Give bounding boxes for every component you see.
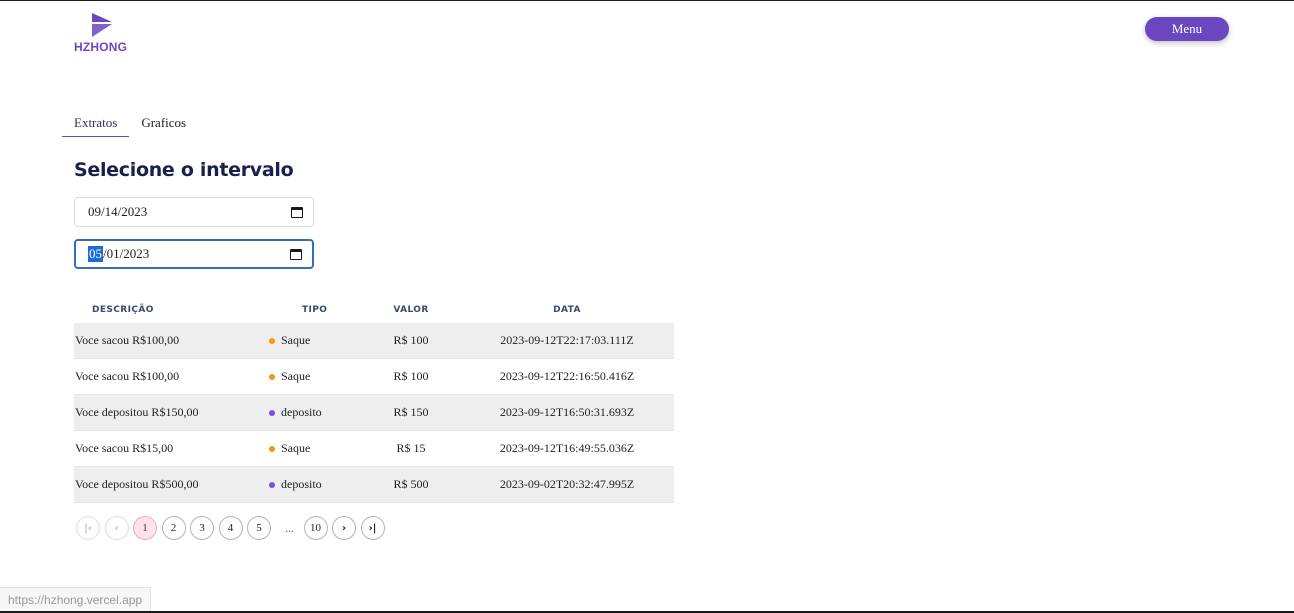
- calendar-icon[interactable]: [290, 248, 302, 260]
- cell-description: Voce depositou R$150,00: [75, 405, 199, 419]
- pagination-ellipsis: ...: [285, 520, 294, 535]
- type-dot-icon: [269, 337, 275, 344]
- cell-date: 2023-09-12T16:49:55.036Z: [499, 441, 635, 455]
- cell-description: Voce sacou R$100,00: [75, 369, 180, 383]
- chevron-left-icon[interactable]: ‹: [104, 516, 129, 540]
- table-row: Voce sacou R$15,00 Saque R$ 15 2023-09-12T1…: [74, 431, 674, 467]
- header-type: TIPO: [302, 305, 328, 315]
- tab-graficos[interactable]: Graficos: [129, 109, 198, 137]
- cell-type: Saque: [254, 441, 362, 456]
- section-title: Selecione o intervalo: [74, 159, 294, 181]
- cell-type: Saque: [254, 333, 362, 348]
- start-date-value: 09/14/2023: [88, 204, 148, 219]
- table-row: Voce sacou R$100,00 Saque R$ 100 2023-09-12…: [74, 323, 674, 359]
- status-bar-url: https://hzhong.vercel.app: [0, 587, 152, 611]
- cell-description: Voce sacou R$100,00: [75, 333, 180, 347]
- end-date-rest: /01/2023: [103, 246, 150, 261]
- cell-type: deposito: [254, 477, 362, 492]
- cell-date: 2023-09-12T22:17:03.111Z: [500, 333, 634, 347]
- brand-name: HZHONG: [74, 40, 128, 54]
- table-row: Voce depositou R$500,00 deposito R$ 500 202…: [74, 467, 674, 503]
- last-page-icon[interactable]: ›|: [360, 516, 385, 540]
- cell-type-label: Saque: [281, 441, 311, 455]
- cell-date: 2023-09-02T20:32:47.995Z: [499, 477, 635, 491]
- header-date: DATA: [553, 305, 581, 315]
- header-description: DESCRIÇÃO: [92, 305, 154, 315]
- cell-value: R$ 500: [393, 477, 429, 491]
- table-body: Voce sacou R$100,00 Saque R$ 100 2023-09-12…: [74, 323, 674, 503]
- type-dot-icon: [269, 373, 275, 380]
- start-date-input[interactable]: 09/14/2023: [74, 197, 314, 227]
- page-button-2[interactable]: 2: [161, 516, 186, 540]
- end-date-input[interactable]: 05 /01/2023: [74, 239, 314, 269]
- cell-type: Saque: [254, 369, 362, 384]
- table-header: DESCRIÇÃO TIPO VALOR DATA: [74, 297, 674, 323]
- page-button-3[interactable]: 3: [190, 516, 214, 540]
- cell-value: R$ 15: [396, 441, 426, 455]
- type-dot-icon: [269, 481, 275, 488]
- type-dot-icon: [269, 409, 275, 416]
- cell-date: 2023-09-12T16:50:31.693Z: [499, 405, 635, 419]
- table-row: Voce depositou R$150,00 deposito R$ 150 202…: [74, 395, 674, 431]
- cell-description: Voce depositou R$500,00: [75, 477, 199, 491]
- cell-type-label: deposito: [281, 405, 322, 419]
- page-button-4[interactable]: 4: [218, 516, 243, 540]
- end-date-value: 05 /01/2023: [88, 246, 290, 262]
- cell-value: R$ 100: [393, 333, 429, 347]
- type-dot-icon: [269, 445, 275, 452]
- header-value: VALOR: [393, 305, 429, 315]
- page-button-last[interactable]: 10: [303, 516, 328, 540]
- transactions-table: DESCRIÇÃO TIPO VALOR DATA Voce sacou R$1…: [74, 297, 674, 503]
- first-page-icon[interactable]: |‹: [76, 516, 100, 540]
- cell-date: 2023-09-12T22:16:50.416Z: [499, 369, 635, 383]
- tab-bar: Extratos Graficos: [62, 109, 198, 137]
- cell-value: R$ 100: [393, 369, 429, 383]
- page-button-5[interactable]: 5: [247, 516, 271, 540]
- cell-type-label: Saque: [281, 333, 311, 347]
- cell-type-label: deposito: [281, 477, 322, 491]
- cell-value: R$ 150: [393, 405, 429, 419]
- end-date-month-selected[interactable]: 05: [88, 246, 103, 262]
- logo-mark-icon: [92, 13, 112, 37]
- cell-type: deposito: [254, 405, 362, 420]
- table-row: Voce sacou R$100,00 Saque R$ 100 2023-09-12…: [74, 359, 674, 395]
- calendar-icon[interactable]: [291, 206, 303, 218]
- tab-extratos[interactable]: Extratos: [62, 109, 130, 137]
- chevron-right-icon[interactable]: ›: [332, 516, 356, 540]
- pagination: |‹ ‹ 1 2 3 4 5 ... 10 › ›|: [76, 516, 389, 540]
- brand-logo[interactable]: HZHONG: [74, 13, 136, 55]
- cell-type-label: Saque: [281, 369, 311, 383]
- menu-button[interactable]: Menu: [1145, 17, 1229, 41]
- cell-description: Voce sacou R$15,00: [75, 441, 174, 455]
- page-button-1[interactable]: 1: [133, 516, 157, 540]
